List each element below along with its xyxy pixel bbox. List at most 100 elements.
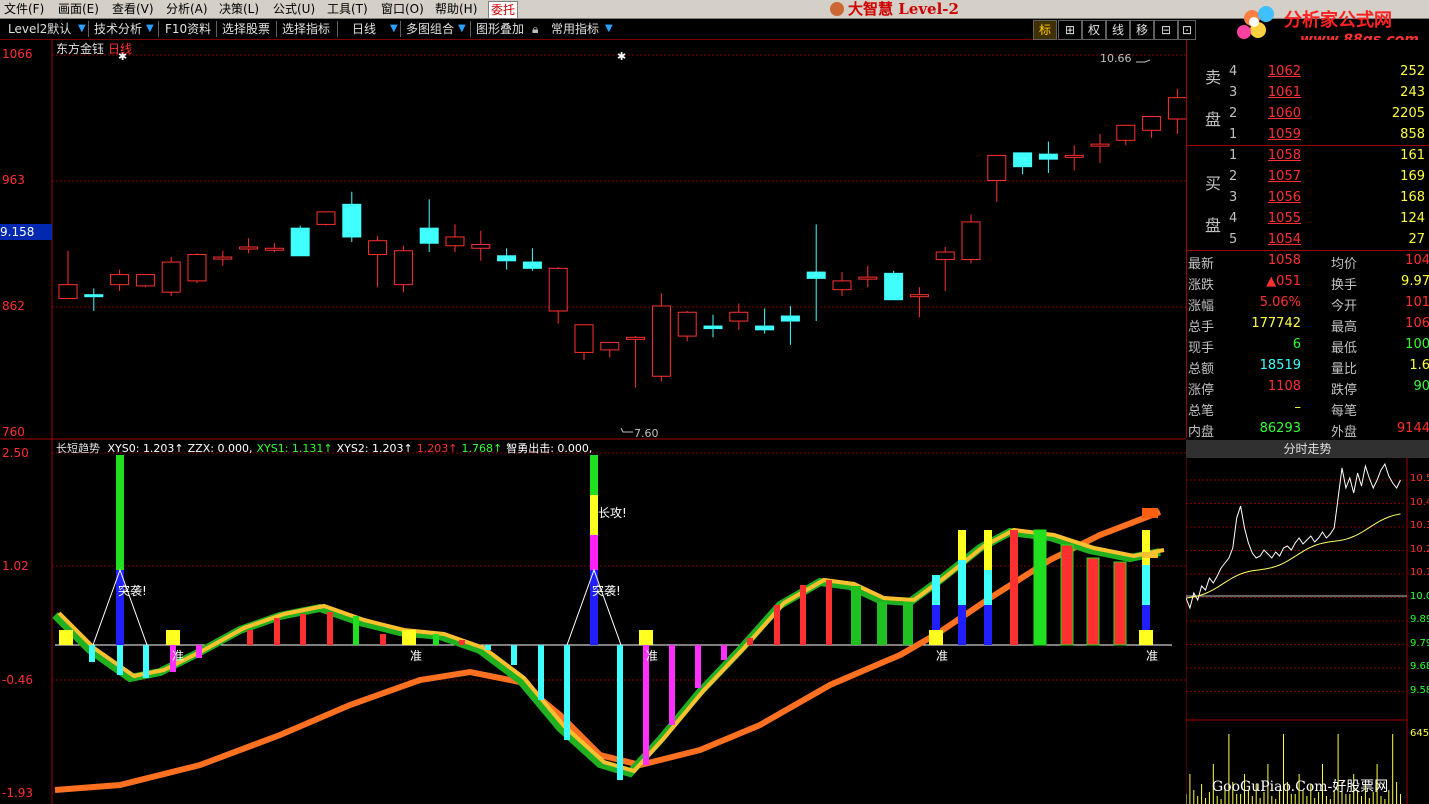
tb-daily[interactable]: 日线 bbox=[352, 21, 376, 37]
quote-label: 总笔 bbox=[1188, 404, 1215, 419]
mark-button[interactable]: 标 bbox=[1033, 20, 1057, 40]
signal-spike bbox=[590, 495, 598, 535]
orderbook-row[interactable]: 2 1060 2205 bbox=[1187, 106, 1429, 127]
indicator-bar bbox=[747, 638, 753, 645]
quote-row: 总额 18519 量比 1.6 bbox=[1187, 358, 1429, 379]
tb-select-indicator[interactable]: 选择指标 bbox=[282, 21, 330, 37]
dropdown-arrow-icon[interactable]: ▼ bbox=[605, 21, 613, 37]
price: 1060 bbox=[1267, 106, 1301, 121]
volume: 124 bbox=[1400, 211, 1425, 226]
entrust-button[interactable]: 委托 bbox=[488, 1, 519, 19]
indicator-bar bbox=[1086, 557, 1100, 646]
indicator-bar bbox=[538, 645, 544, 700]
candle-body bbox=[574, 324, 594, 353]
orderbook-row[interactable]: 4 1055 124 bbox=[1187, 211, 1429, 232]
candlestick-chart[interactable]: ✱ ✱ bbox=[0, 40, 1186, 440]
intraday-chart[interactable] bbox=[1186, 458, 1429, 804]
orderbook-row[interactable]: 1 1058 161 bbox=[1187, 148, 1429, 169]
y-tick: 963 bbox=[2, 173, 25, 187]
intraday-title[interactable]: 分时走势 bbox=[1186, 440, 1429, 458]
tb-multi-chart[interactable]: 多图组合 bbox=[406, 21, 454, 37]
tb-select-stock[interactable]: 选择股票 bbox=[222, 21, 270, 37]
level: 3 bbox=[1229, 85, 1238, 100]
intraday-y-tick: 10.1 bbox=[1410, 567, 1429, 578]
orderbook-row[interactable]: 3 1061 243 bbox=[1187, 85, 1429, 106]
ready-marker bbox=[402, 630, 416, 645]
quote-value: 9.97 bbox=[1401, 274, 1429, 289]
menu-file[interactable]: 文件(F) bbox=[4, 1, 44, 17]
indicator-chart[interactable]: 突袭! 突袭! 长攻! 准 准 准 准 准 bbox=[0, 440, 1186, 804]
move-button[interactable]: 移 bbox=[1130, 20, 1154, 40]
annotation-ready: 准 bbox=[936, 649, 948, 663]
dropdown-arrow-icon[interactable]: ▼ bbox=[78, 21, 86, 37]
indicator-bar bbox=[433, 634, 439, 645]
quote-label: 每笔 bbox=[1331, 404, 1358, 419]
candle-body bbox=[987, 154, 1007, 181]
signal-spike bbox=[116, 455, 124, 570]
lock-icon[interactable]: 🔒︎ bbox=[532, 21, 538, 37]
indicator-bar bbox=[511, 645, 517, 665]
menu-analysis[interactable]: 分析(A) bbox=[166, 1, 208, 17]
ready-marker bbox=[929, 630, 943, 645]
indicator-bar bbox=[1060, 544, 1074, 646]
orderbook-row[interactable]: 3 1056 168 bbox=[1187, 190, 1429, 211]
y-tick: 760 bbox=[2, 425, 25, 439]
indicator-bar bbox=[826, 580, 832, 645]
annotation-ready: 准 bbox=[172, 649, 184, 663]
intraday-y-tick: 9.79 bbox=[1410, 637, 1429, 649]
signal-spike bbox=[984, 605, 992, 645]
toolbar: Level2默认 ▼ 技术分析 ▼ F10资料 选择股票 选择指标 日线 ▼ 多… bbox=[0, 19, 1185, 40]
tb-overlay[interactable]: 图形叠加 bbox=[476, 21, 524, 37]
quote-label: 涨跌 bbox=[1188, 278, 1215, 293]
indicator-bar bbox=[877, 602, 887, 645]
level: 5 bbox=[1229, 232, 1238, 247]
window-button[interactable]: ⊟ bbox=[1154, 20, 1178, 40]
expand-button[interactable]: ⊡ bbox=[1178, 20, 1196, 40]
orderbook-row[interactable]: 4 1062 252 bbox=[1187, 64, 1429, 85]
price: 1058 bbox=[1267, 148, 1301, 163]
menu-window[interactable]: 窗口(O) bbox=[381, 1, 424, 17]
candle-body bbox=[290, 227, 310, 257]
dropdown-arrow-icon[interactable]: ▼ bbox=[390, 21, 398, 37]
indicator-bar bbox=[669, 645, 675, 725]
orderbook-row[interactable]: 2 1057 169 bbox=[1187, 169, 1429, 190]
menu-help[interactable]: 帮助(H) bbox=[435, 1, 477, 17]
menu-tools[interactable]: 工具(T) bbox=[327, 1, 368, 17]
dropdown-arrow-icon[interactable]: ▼ bbox=[146, 21, 154, 37]
menu-view[interactable]: 查看(V) bbox=[112, 1, 154, 17]
candle-body bbox=[884, 272, 904, 301]
price: 1057 bbox=[1267, 169, 1301, 184]
quote-value: 1108 bbox=[1267, 379, 1301, 394]
candle-body bbox=[961, 221, 981, 261]
brand-name: 分析家公式网 bbox=[1284, 10, 1392, 31]
tb-f10[interactable]: F10资料 bbox=[165, 21, 211, 37]
candle-body bbox=[1142, 115, 1162, 131]
candle-body bbox=[858, 276, 878, 280]
candle-body bbox=[264, 247, 284, 251]
quote-value: 9144 bbox=[1396, 421, 1429, 436]
grid-button[interactable]: ⊞ bbox=[1058, 20, 1082, 40]
quote-panel: 卖 盘 4 1062 252 3 1061 243 2 1060 2205 1 1059 858 买 … bbox=[1186, 40, 1429, 440]
indicator-value: 1.768↑ bbox=[461, 442, 503, 455]
candle-body bbox=[368, 240, 388, 256]
dropdown-arrow-icon[interactable]: ▼ bbox=[458, 21, 466, 37]
menu-formula[interactable]: 公式(U) bbox=[273, 1, 315, 17]
menu-decision[interactable]: 决策(L) bbox=[219, 1, 259, 17]
quote-value: 101 bbox=[1405, 295, 1429, 310]
quote-label: 涨停 bbox=[1188, 383, 1215, 398]
quote-label: 跌停 bbox=[1331, 383, 1358, 398]
rights-button[interactable]: 权 bbox=[1082, 20, 1106, 40]
volume: 2205 bbox=[1391, 106, 1425, 121]
tb-level2[interactable]: Level2默认 bbox=[8, 21, 71, 37]
indicator-bar bbox=[903, 602, 913, 645]
quote-value: 106 bbox=[1405, 316, 1429, 331]
menu-screen[interactable]: 画面(E) bbox=[58, 1, 99, 17]
candle-body bbox=[187, 254, 207, 282]
quote-label: 外盘 bbox=[1331, 425, 1358, 440]
quote-label: 最高 bbox=[1331, 320, 1358, 335]
annotation-ready: 准 bbox=[410, 649, 422, 663]
tb-common-indicators[interactable]: 常用指标 bbox=[551, 21, 599, 37]
line-button[interactable]: 线 bbox=[1106, 20, 1130, 40]
tb-tech-analysis[interactable]: 技术分析 bbox=[94, 21, 142, 37]
watermark: GooGuPiao.Com-好股票网 bbox=[1212, 779, 1389, 795]
